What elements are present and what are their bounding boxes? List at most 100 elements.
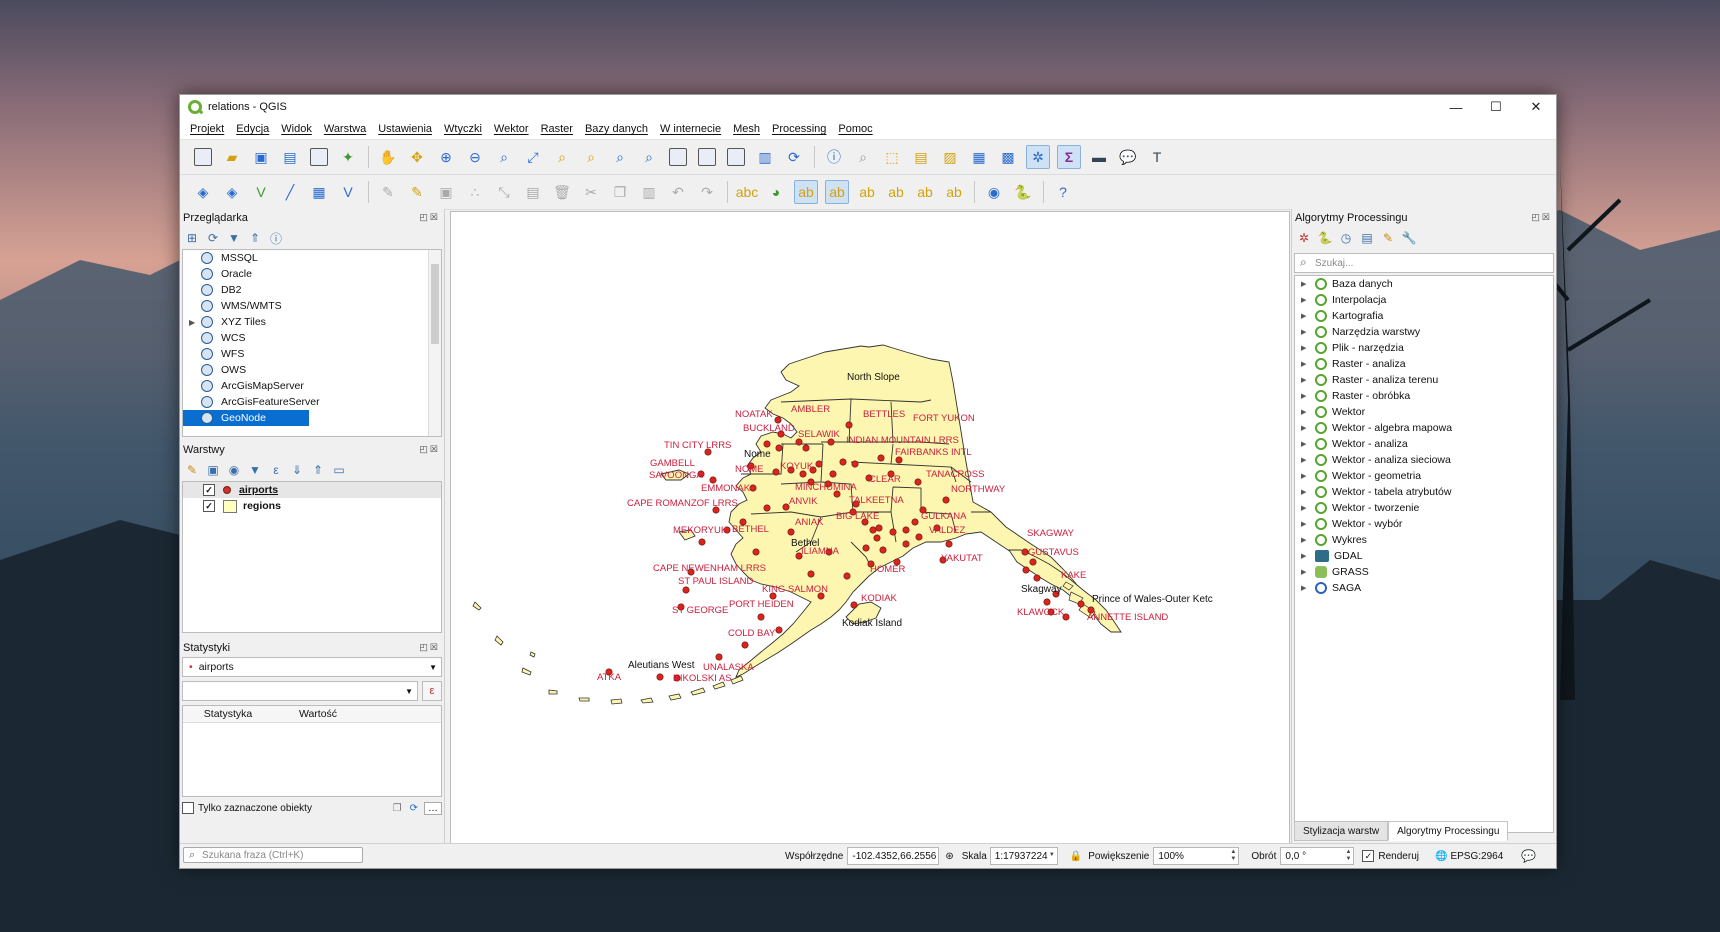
- airport-point[interactable]: [787, 528, 795, 536]
- add-mesh-layer-icon[interactable]: ▦: [308, 181, 330, 203]
- current-edits-icon[interactable]: ✎: [377, 181, 399, 203]
- paste-features-icon[interactable]: ▥: [638, 181, 660, 203]
- expand-arrow-icon[interactable]: ▶: [1301, 328, 1315, 336]
- toggle-extents-icon[interactable]: ⊛: [945, 851, 953, 862]
- map-tips-icon[interactable]: 💬: [1117, 146, 1139, 168]
- airport-point[interactable]: [757, 613, 765, 621]
- edit-features-in-place-icon[interactable]: ✎: [1380, 230, 1396, 246]
- manage-map-themes-icon[interactable]: ◉: [226, 462, 242, 478]
- menu-wektor[interactable]: Wektor: [494, 123, 529, 135]
- airport-point[interactable]: [839, 458, 847, 466]
- layer-airports[interactable]: ✓ airports: [183, 482, 441, 498]
- airport-point[interactable]: [775, 626, 783, 634]
- airport-point[interactable]: [889, 528, 897, 536]
- processing-group-item[interactable]: ▶ Raster - obróbka: [1295, 388, 1553, 404]
- airport-point[interactable]: [682, 586, 690, 594]
- new-print-layout-icon[interactable]: [308, 146, 330, 168]
- tab-layer-styling[interactable]: Stylizacja warstw: [1294, 821, 1389, 841]
- processing-group-item[interactable]: ▶ Wektor - algebra mapowa: [1295, 420, 1553, 436]
- airport-point[interactable]: [1029, 558, 1037, 566]
- airport-point[interactable]: [911, 518, 919, 526]
- messages-icon[interactable]: 💬: [1521, 849, 1536, 863]
- airport-point[interactable]: [850, 601, 858, 609]
- menu-w-internecie[interactable]: W internecie: [660, 123, 721, 135]
- zoom-layer-icon[interactable]: ⌕: [580, 146, 602, 168]
- menu-ustawienia[interactable]: Ustawienia: [378, 123, 432, 135]
- airport-point[interactable]: [1033, 574, 1041, 582]
- pin-labels-icon[interactable]: ab: [794, 180, 818, 204]
- add-selected-layers-icon[interactable]: ⊞: [184, 230, 200, 246]
- browser-item-wcs[interactable]: WCS: [183, 330, 441, 346]
- expand-arrow-icon[interactable]: ▶: [1301, 584, 1315, 592]
- processing-group-item[interactable]: ▶ Wektor - wybór: [1295, 516, 1553, 532]
- expand-arrow-icon[interactable]: ▶: [1301, 360, 1315, 368]
- identify-icon[interactable]: ⓘ: [823, 146, 845, 168]
- render-checkbox[interactable]: ✓: [1362, 850, 1375, 862]
- airport-point[interactable]: [763, 504, 771, 512]
- more-button[interactable]: …: [424, 801, 442, 815]
- expand-all-icon[interactable]: ⇓: [289, 462, 305, 478]
- airport-point[interactable]: [915, 533, 923, 541]
- style-manager-icon[interactable]: ✦: [337, 146, 359, 168]
- panel-float-close-icon[interactable]: ◰☒: [419, 212, 440, 223]
- redo-icon[interactable]: ↷: [696, 181, 718, 203]
- add-group-icon[interactable]: ▣: [205, 462, 221, 478]
- expression-button[interactable]: ε: [422, 681, 442, 701]
- browser-scrollbar[interactable]: [428, 250, 441, 436]
- processing-group-item[interactable]: ▶ Plik - narzędzia: [1295, 340, 1553, 356]
- airport-point[interactable]: [1022, 566, 1030, 574]
- highlight-pinned-labels-icon[interactable]: ab: [825, 180, 849, 204]
- new-geopackage-icon[interactable]: ◈: [221, 181, 243, 203]
- processing-group-item[interactable]: ▶ Narzędzia warstwy: [1295, 324, 1553, 340]
- expand-arrow-icon[interactable]: ▶: [1301, 552, 1315, 560]
- zoom-native-icon[interactable]: ⌕: [609, 146, 631, 168]
- panel-float-close-icon[interactable]: ◰☒: [419, 444, 440, 455]
- filter-legend-icon[interactable]: ▼: [247, 462, 263, 478]
- browser-item-wfs[interactable]: WFS: [183, 346, 441, 362]
- scripts-icon[interactable]: 🐍: [1317, 230, 1333, 246]
- panel-float-close-icon[interactable]: ◰☒: [419, 642, 440, 653]
- only-selected-checkbox[interactable]: [182, 802, 194, 814]
- stats-column-statistic[interactable]: Statystyka: [183, 708, 273, 720]
- modify-attributes-icon[interactable]: ▤: [522, 181, 544, 203]
- attribute-table-icon[interactable]: ▦: [968, 146, 990, 168]
- data-source-manager-icon[interactable]: ◈: [192, 181, 214, 203]
- new-project-icon[interactable]: [192, 146, 214, 168]
- zoom-out-icon[interactable]: ⊖: [464, 146, 486, 168]
- expand-arrow-icon[interactable]: ▶: [1301, 376, 1315, 384]
- copy-icon[interactable]: ❐: [393, 803, 402, 814]
- zoom-next-icon[interactable]: [667, 146, 689, 168]
- crs-button[interactable]: EPSG:2964: [1450, 851, 1503, 862]
- layer-regions[interactable]: ✓ regions: [183, 498, 441, 514]
- minimize-button[interactable]: —: [1436, 95, 1476, 119]
- magnifier-input[interactable]: 100% ▲ ▼: [1153, 847, 1240, 865]
- layer-visibility-checkbox[interactable]: ✓: [203, 500, 215, 512]
- stats-layer-select[interactable]: • airports ▼: [182, 657, 442, 677]
- menu-widok[interactable]: Widok: [281, 123, 312, 135]
- menu-bazy-danych[interactable]: Bazy danych: [585, 123, 648, 135]
- locator-icon[interactable]: ◉: [983, 181, 1005, 203]
- menu-edycja[interactable]: Edycja: [236, 123, 269, 135]
- deselect-icon[interactable]: ▨: [939, 146, 961, 168]
- refresh-icon[interactable]: ⟳: [410, 803, 418, 814]
- menu-mesh[interactable]: Mesh: [733, 123, 760, 135]
- processing-group-item[interactable]: ▶ Baza danych: [1295, 276, 1553, 292]
- processing-group-item[interactable]: ▶ GRASS: [1295, 564, 1553, 580]
- airport-point[interactable]: [873, 534, 881, 542]
- processing-group-item[interactable]: ▶ SAGA: [1295, 580, 1553, 596]
- airport-point[interactable]: [807, 570, 815, 578]
- airport-point[interactable]: [942, 496, 950, 504]
- field-calculator-icon[interactable]: ▩: [997, 146, 1019, 168]
- airport-point[interactable]: [656, 673, 664, 681]
- menu-raster[interactable]: Raster: [541, 123, 573, 135]
- expand-arrow-icon[interactable]: ▶: [1301, 312, 1315, 320]
- expand-arrow-icon[interactable]: ▶: [189, 318, 195, 327]
- expand-arrow-icon[interactable]: ▶: [1301, 440, 1315, 448]
- processing-group-item[interactable]: ▶ Raster - analiza terenu: [1295, 372, 1553, 388]
- menu-processing[interactable]: Processing: [772, 123, 826, 135]
- text-annotation-icon[interactable]: T: [1146, 146, 1168, 168]
- airport-point[interactable]: [875, 524, 883, 532]
- undo-icon[interactable]: ↶: [667, 181, 689, 203]
- locator-search-input[interactable]: ⌕ Szukana fraza (Ctrl+K): [183, 847, 363, 863]
- airport-point[interactable]: [715, 653, 723, 661]
